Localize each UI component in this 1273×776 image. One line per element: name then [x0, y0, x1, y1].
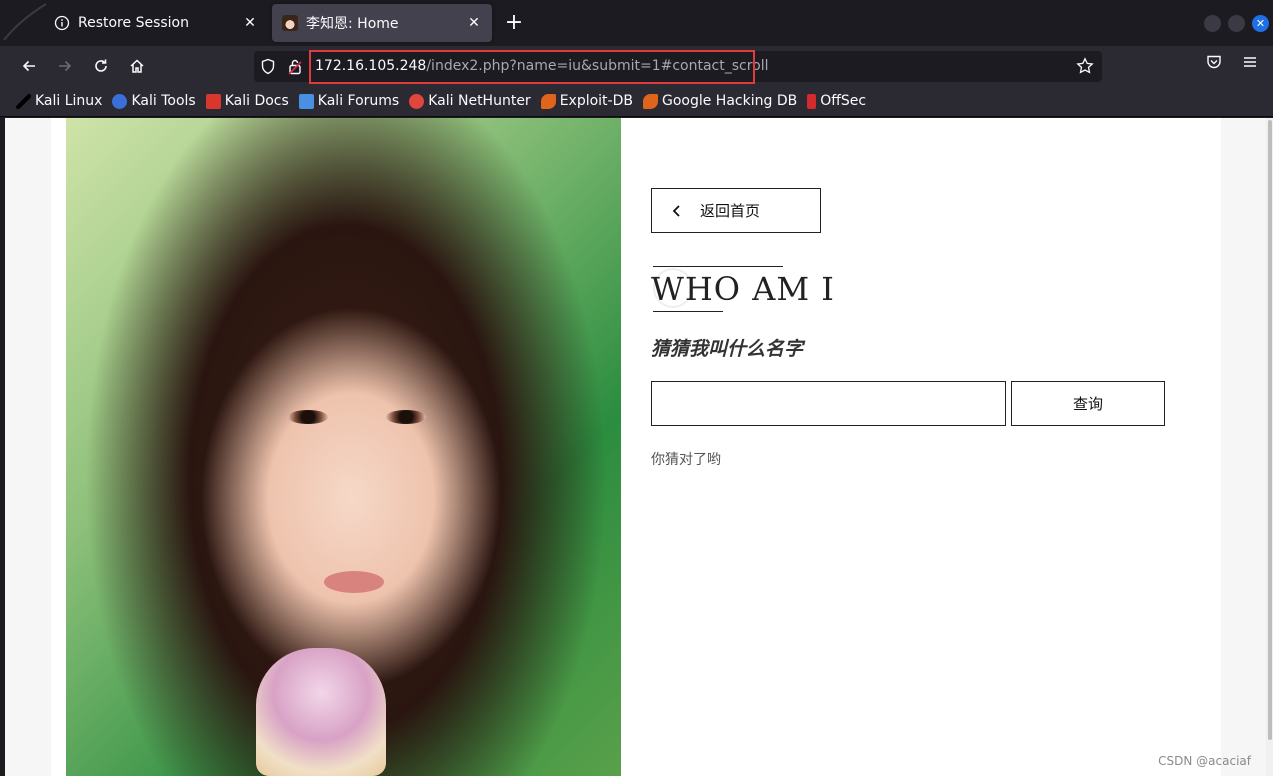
bookmarks-toolbar: Kali Linux Kali Tools Kali Docs Kali For… [0, 86, 1273, 117]
reload-icon[interactable] [89, 54, 113, 78]
bookmark-label: OffSec [820, 93, 867, 109]
close-window-button[interactable]: ✕ [1252, 15, 1269, 32]
bookmark-label: Google Hacking DB [661, 93, 798, 109]
close-tab-icon[interactable]: ✕ [466, 15, 482, 31]
minimize-button[interactable] [1204, 15, 1221, 32]
hamburger-menu-icon[interactable] [1242, 54, 1258, 74]
back-home-button[interactable]: 返回首页 [651, 188, 821, 233]
bookmark-exploit-db[interactable]: Exploit-DB [540, 93, 633, 109]
kali-dragon-decoration [0, 0, 50, 46]
bookmark-label: Kali Docs [224, 93, 289, 109]
photo-eye-right [386, 410, 426, 424]
back-arrow-icon[interactable] [17, 54, 41, 78]
bookmark-label: Kali Tools [131, 93, 196, 109]
bookmark-kali-linux[interactable]: Kali Linux [16, 93, 102, 109]
bookmark-label: Kali NetHunter [428, 93, 531, 109]
tab-strip: Restore Session ✕ 李知恩: Home ✕ + ✕ [0, 0, 1273, 46]
photo-ice-cream [256, 648, 386, 776]
tab-title: Restore Session [78, 15, 189, 31]
avatar-favicon-icon [282, 15, 298, 31]
chevron-left-icon [670, 204, 684, 218]
close-tab-icon[interactable]: ✕ [242, 15, 258, 31]
contact-section: 返回首页 WHO AM I 猜猜我叫什么名字 查询 你猜对了哟 [51, 118, 1221, 776]
bookmark-kali-docs[interactable]: Kali Docs [205, 93, 289, 109]
tab-title: 李知恩: Home [306, 16, 399, 32]
page-title: WHO AM I [651, 270, 835, 308]
home-icon[interactable] [125, 54, 149, 78]
bookmark-label: Exploit-DB [559, 93, 633, 109]
name-input[interactable] [651, 381, 1006, 426]
kali-docs-icon [205, 93, 221, 109]
ghdb-icon [642, 93, 658, 109]
guess-panel: 返回首页 WHO AM I 猜猜我叫什么名字 查询 你猜对了哟 [651, 118, 1211, 776]
photo-lips [324, 571, 384, 593]
kali-tools-icon [112, 93, 128, 109]
insecure-lock-icon[interactable] [288, 58, 302, 79]
navigation-toolbar: 172.16.105.248/index2.php?name=iu&submit… [0, 46, 1273, 86]
bookmark-kali-nethunter[interactable]: Kali NetHunter [409, 93, 531, 109]
kali-dragon-icon [16, 93, 31, 109]
back-home-label: 返回首页 [700, 202, 761, 220]
scrollbar-thumb[interactable] [1268, 120, 1272, 740]
nethunter-icon [409, 93, 425, 109]
forward-arrow-icon[interactable] [53, 54, 77, 78]
tab-home[interactable]: 李知恩: Home ✕ [272, 4, 492, 42]
bookmark-kali-tools[interactable]: Kali Tools [112, 93, 196, 109]
page-subtitle: 猜猜我叫什么名字 [651, 338, 804, 360]
new-tab-button[interactable]: + [500, 12, 528, 36]
bookmark-offsec[interactable]: OffSec [807, 93, 866, 109]
offsec-icon [807, 93, 817, 109]
bookmark-label: Kali Linux [35, 93, 103, 109]
portrait-photo [66, 118, 621, 776]
photo-eye-left [288, 410, 328, 424]
page-viewport: 返回首页 WHO AM I 猜猜我叫什么名字 查询 你猜对了哟 CSDN @ac… [5, 118, 1267, 776]
exploit-db-icon [540, 93, 556, 109]
title-deco-line-top [653, 266, 783, 267]
bookmark-google-hacking-db[interactable]: Google Hacking DB [642, 93, 798, 109]
title-deco-line-bottom [653, 311, 723, 312]
result-message: 你猜对了哟 [651, 452, 721, 468]
shield-icon[interactable] [260, 58, 276, 79]
query-button[interactable]: 查询 [1011, 381, 1165, 426]
tab-restore-session[interactable]: Restore Session ✕ [44, 4, 268, 42]
bookmark-kali-forums[interactable]: Kali Forums [298, 93, 400, 109]
csdn-watermark: CSDN @acaciaf [1158, 754, 1251, 768]
pocket-icon[interactable] [1206, 54, 1222, 74]
kali-forums-icon [298, 93, 314, 109]
window-controls: ✕ [1204, 15, 1269, 32]
maximize-button[interactable] [1228, 15, 1245, 32]
bookmark-star-icon[interactable] [1076, 57, 1094, 79]
info-icon [54, 15, 70, 31]
page-scrollbar[interactable] [1266, 118, 1273, 776]
bookmark-label: Kali Forums [317, 93, 400, 109]
url-bar[interactable]: 172.16.105.248/index2.php?name=iu&submit… [254, 50, 1102, 84]
url-highlight-annotation [309, 50, 755, 84]
